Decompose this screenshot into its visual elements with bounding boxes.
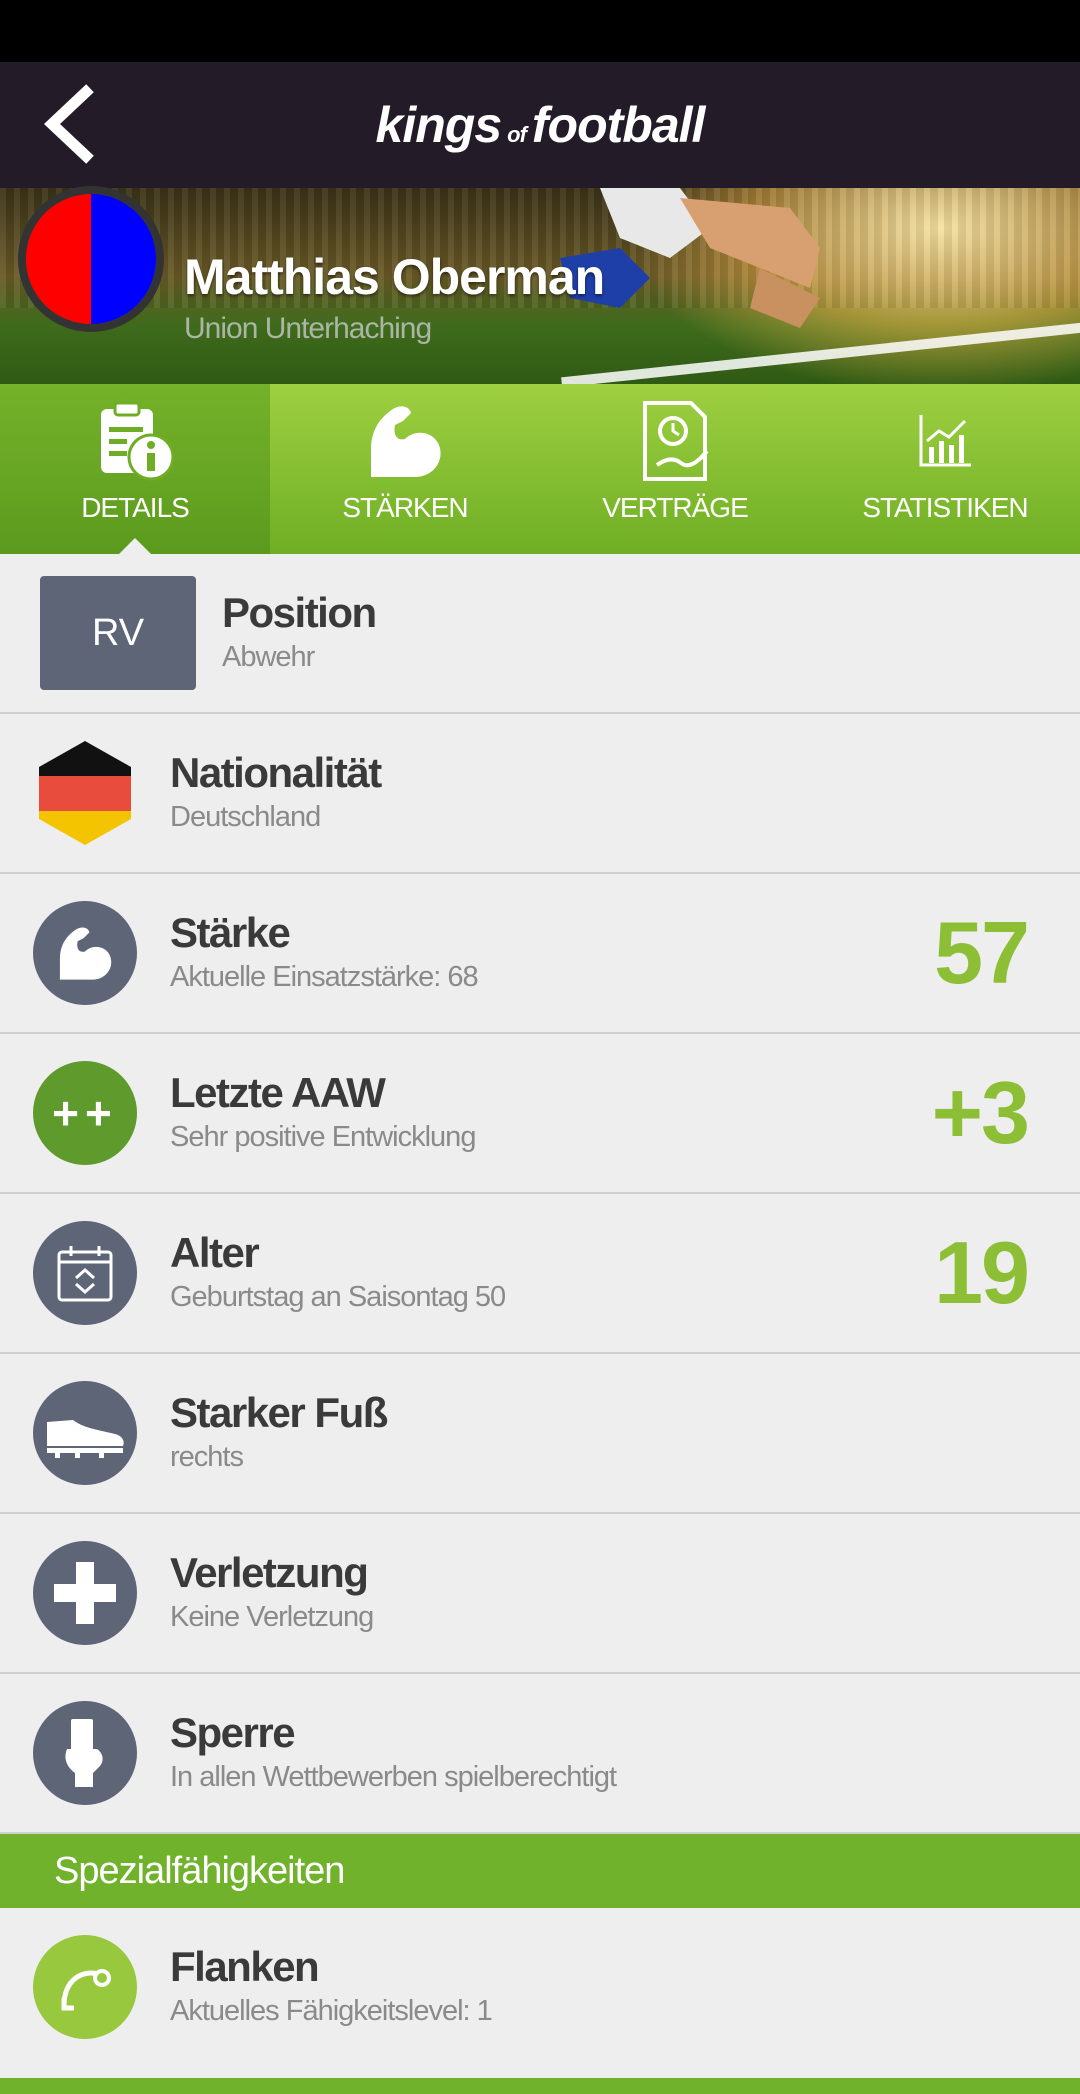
medical-cross-icon (33, 1541, 137, 1645)
flexed-arm-icon (33, 901, 137, 1005)
suspension-title: Sperre (170, 1709, 296, 1756)
injury-value: Keine Verletzung (170, 1601, 374, 1633)
special-abilities-header: Spezialfähigkeiten (0, 1834, 1080, 1908)
back-button[interactable] (30, 84, 110, 164)
player-club: Union Unterhaching (184, 312, 432, 345)
tab-contracts-label: VERTRÄGE (602, 492, 749, 523)
row-age[interactable]: Alter Geburtstag an Saisontag 50 19 (0, 1194, 1080, 1354)
row-position[interactable]: RV Position Abwehr (0, 554, 1080, 714)
aaw-detail: Sehr positive Entwicklung (170, 1121, 476, 1153)
back-arrow-icon (43, 84, 94, 164)
contract-icon (630, 396, 720, 486)
tab-strengths-label: STÄRKEN (342, 492, 468, 523)
statistics-icon (900, 396, 990, 486)
age-title: Alter (170, 1229, 260, 1276)
logo-word-football: football (531, 97, 706, 153)
cross-curve-icon (33, 1935, 137, 2039)
strength-title: Stärke (170, 909, 291, 956)
age-value: 19 (934, 1223, 1030, 1322)
next-section-strip (0, 2078, 1080, 2094)
app-bar: kings of football (0, 62, 1080, 188)
club-badge-blue-half (91, 194, 156, 324)
tab-details[interactable]: DETAILS (0, 384, 270, 554)
tab-bar: DETAILS STÄRKEN VERTRÄGE STATISTIKEN (0, 384, 1080, 554)
age-detail: Geburtstag an Saisontag 50 (170, 1281, 506, 1313)
row-strong-foot[interactable]: Starker Fuß rechts (0, 1354, 1080, 1514)
position-value: Abwehr (222, 641, 315, 673)
aaw-value: +3 (931, 1063, 1030, 1162)
row-suspension[interactable]: Sperre In allen Wettbewerben spielberech… (0, 1674, 1080, 1834)
row-strength[interactable]: Stärke Aktuelle Einsatzstärke: 68 57 (0, 874, 1080, 1034)
aaw-title: Letzte AAW (170, 1069, 386, 1116)
calendar-icon (33, 1221, 137, 1325)
tab-contracts[interactable]: VERTRÄGE (540, 384, 810, 554)
special-ability-title: Flanken (170, 1943, 320, 1990)
app-logo: kings of football (375, 96, 706, 154)
strength-icon (360, 396, 450, 486)
player-name: Matthias Oberman (184, 249, 605, 305)
suspension-value: In allen Wettbewerben spielberechtigt (170, 1761, 617, 1793)
logo-word-kings: kings (375, 97, 503, 153)
strong-foot-value: rechts (170, 1441, 244, 1473)
special-ability-item[interactable]: Flanken Aktuelles Fähigkeitslevel: 1 (0, 1908, 1080, 2066)
tab-details-label: DETAILS (81, 492, 190, 523)
boot-icon (33, 1381, 137, 1485)
club-badge-red-half (26, 194, 91, 324)
strong-foot-title: Starker Fuß (170, 1389, 388, 1436)
row-injury[interactable]: Verletzung Keine Verletzung (0, 1514, 1080, 1674)
special-ability-level: Aktuelles Fähigkeitslevel: 1 (170, 1995, 493, 2027)
tab-statistics[interactable]: STATISTIKEN (810, 384, 1080, 554)
logo-word-of: of (507, 122, 527, 147)
club-badge (18, 186, 164, 332)
position-badge: RV (40, 576, 196, 690)
player-details-list: RV Position Abwehr Nationalität Deutschl… (0, 554, 1080, 2066)
position-title: Position (222, 589, 377, 636)
details-icon (90, 396, 180, 486)
tab-strengths[interactable]: STÄRKEN (270, 384, 540, 554)
strength-detail: Aktuelle Einsatzstärke: 68 (170, 961, 479, 993)
nationality-value: Deutschland (170, 801, 321, 833)
double-plus-icon: ++ (33, 1061, 137, 1165)
nationality-title: Nationalität (170, 749, 382, 796)
tab-statistics-label: STATISTIKEN (862, 492, 1028, 523)
strength-value: 57 (934, 903, 1030, 1002)
player-photo (560, 188, 820, 328)
aaw-badge-text: ++ (52, 1087, 118, 1139)
flag-germany-icon (39, 741, 131, 845)
row-last-aaw[interactable]: ++ Letzte AAW Sehr positive Entwicklung … (0, 1034, 1080, 1194)
status-bar (0, 0, 1080, 62)
card-hand-icon (33, 1701, 137, 1805)
row-nationality[interactable]: Nationalität Deutschland (0, 714, 1080, 874)
injury-title: Verletzung (170, 1549, 369, 1596)
